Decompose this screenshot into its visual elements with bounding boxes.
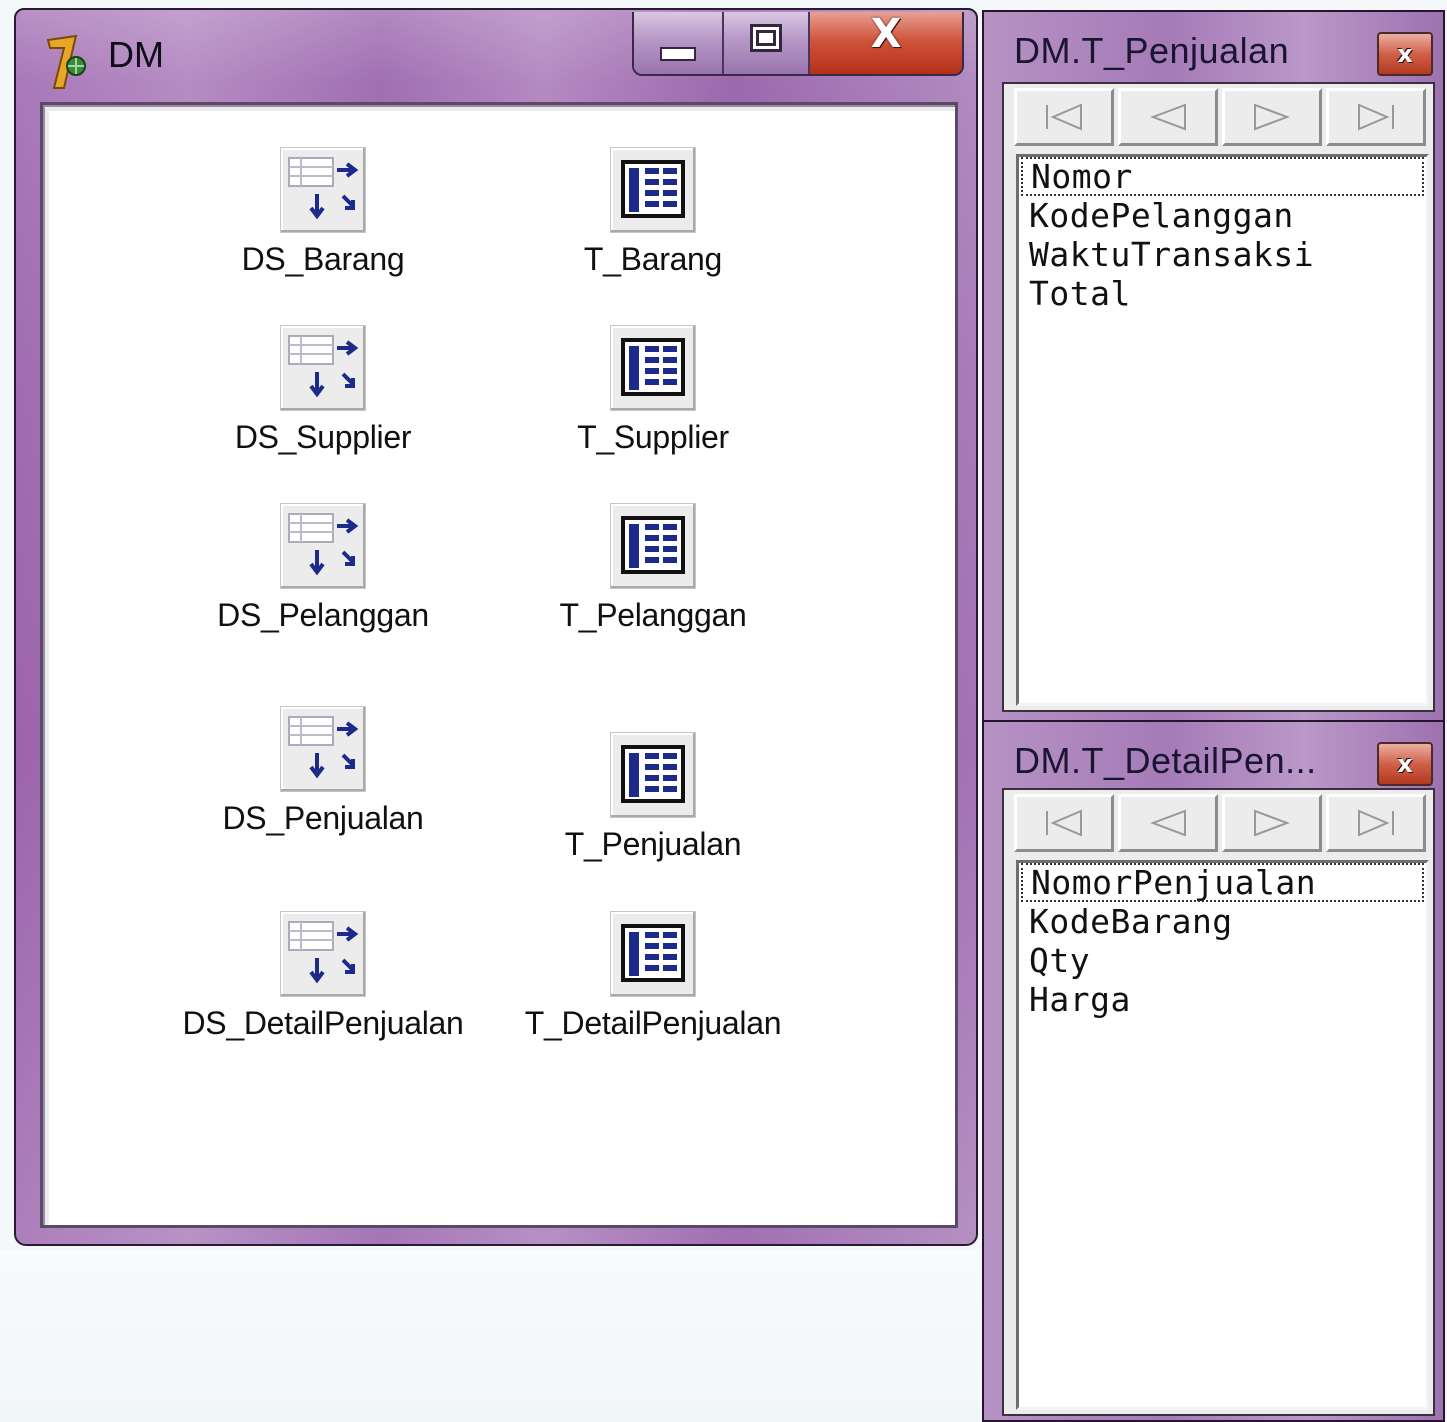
desktop-background: [0, 1250, 978, 1422]
component-t-supplier[interactable]: T_Supplier: [493, 325, 813, 456]
maximize-icon: [750, 24, 782, 52]
component-ds-penjualan[interactable]: DS_Penjualan: [163, 706, 483, 837]
component-t-pelanggan[interactable]: T_Pelanggan: [493, 503, 813, 634]
field-editor-detail-window[interactable]: DM.T_DetailPen... x NomorPenjualan KodeB…: [982, 720, 1445, 1422]
table-label: T_Supplier: [577, 419, 729, 455]
component-t-penjualan[interactable]: T_Penjualan: [493, 732, 813, 863]
datasource-icon: [280, 911, 366, 997]
datasource-icon: [280, 706, 366, 792]
nav-first-button[interactable]: [1014, 88, 1114, 146]
last-record-icon: [1358, 103, 1394, 131]
first-record-icon: [1046, 809, 1082, 837]
field-item[interactable]: KodePelanggan: [1019, 196, 1426, 235]
window-title: DM.T_Penjualan: [1014, 30, 1290, 71]
table-icon: [610, 503, 696, 589]
field-item[interactable]: Total: [1019, 274, 1426, 313]
close-button[interactable]: x: [1377, 742, 1433, 786]
field-editor-client: NomorPenjualan KodeBarang Qty Harga: [1002, 788, 1435, 1416]
dm-window[interactable]: DM X DS_Barang T_Barang DS_Supplier T_Su…: [14, 8, 978, 1246]
data-module-canvas[interactable]: DS_Barang T_Barang DS_Supplier T_Supplie…: [40, 102, 958, 1228]
window-title: DM.T_DetailPen...: [1014, 740, 1317, 781]
nav-next-button[interactable]: [1222, 88, 1322, 146]
next-record-icon: [1254, 809, 1290, 837]
field-item[interactable]: Harga: [1019, 980, 1426, 1019]
nav-prior-button[interactable]: [1118, 88, 1218, 146]
table-icon: [610, 325, 696, 411]
field-editor-client: Nomor KodePelanggan WaktuTransaksi Total: [1002, 82, 1435, 712]
close-icon: x: [1397, 40, 1413, 68]
field-list[interactable]: NomorPenjualan KodeBarang Qty Harga: [1016, 860, 1429, 1410]
datasource-label: DS_Barang: [241, 241, 405, 277]
minimize-button[interactable]: [634, 12, 724, 74]
record-navigator: [1014, 88, 1426, 146]
field-item[interactable]: KodeBarang: [1019, 902, 1426, 941]
table-icon: [610, 911, 696, 997]
close-button[interactable]: x: [1377, 32, 1433, 76]
maximize-button[interactable]: [724, 12, 810, 74]
table-label: T_DetailPenjualan: [524, 1005, 782, 1041]
datasource-label: DS_DetailPenjualan: [182, 1005, 464, 1041]
minimize-icon: [660, 47, 696, 61]
prior-record-icon: [1150, 103, 1186, 131]
datasource-icon: [280, 325, 366, 411]
datasource-label: DS_Supplier: [234, 419, 412, 455]
datasource-icon: [280, 147, 366, 233]
datasource-icon: [280, 503, 366, 589]
last-record-icon: [1358, 809, 1394, 837]
prior-record-icon: [1150, 809, 1186, 837]
nav-next-button[interactable]: [1222, 794, 1322, 852]
component-t-detailpenjualan[interactable]: T_DetailPenjualan: [493, 911, 813, 1042]
field-list[interactable]: Nomor KodePelanggan WaktuTransaksi Total: [1016, 154, 1429, 706]
field-editor-penjualan-window[interactable]: DM.T_Penjualan x Nomor KodePelanggan Wak…: [982, 10, 1445, 722]
record-navigator: [1014, 794, 1426, 852]
nav-last-button[interactable]: [1326, 88, 1426, 146]
window-title: DM: [108, 34, 164, 75]
component-ds-detailpenjualan[interactable]: DS_DetailPenjualan: [163, 911, 483, 1042]
delphi7-icon: [46, 34, 86, 89]
close-button[interactable]: X: [810, 12, 962, 74]
component-t-barang[interactable]: T_Barang: [493, 147, 813, 278]
nav-last-button[interactable]: [1326, 794, 1426, 852]
component-ds-pelanggan[interactable]: DS_Pelanggan: [163, 503, 483, 634]
datasource-label: DS_Pelanggan: [217, 597, 429, 633]
field-item[interactable]: Qty: [1019, 941, 1426, 980]
next-record-icon: [1254, 103, 1290, 131]
table-icon: [610, 147, 696, 233]
title-bar[interactable]: DM X: [16, 10, 976, 100]
component-ds-barang[interactable]: DS_Barang: [163, 147, 483, 278]
nav-prior-button[interactable]: [1118, 794, 1218, 852]
field-item[interactable]: WaktuTransaksi: [1019, 235, 1426, 274]
component-ds-supplier[interactable]: DS_Supplier: [163, 325, 483, 456]
first-record-icon: [1046, 103, 1082, 131]
table-icon: [610, 732, 696, 818]
close-icon: x: [1397, 750, 1413, 778]
close-icon: X: [870, 12, 902, 57]
table-label: T_Penjualan: [564, 826, 742, 862]
nav-first-button[interactable]: [1014, 794, 1114, 852]
table-label: T_Pelanggan: [559, 597, 747, 633]
datasource-label: DS_Penjualan: [222, 800, 424, 836]
table-label: T_Barang: [583, 241, 723, 277]
field-item[interactable]: Nomor: [1021, 157, 1424, 196]
caption-buttons: X: [632, 12, 964, 76]
field-item[interactable]: NomorPenjualan: [1021, 863, 1424, 902]
